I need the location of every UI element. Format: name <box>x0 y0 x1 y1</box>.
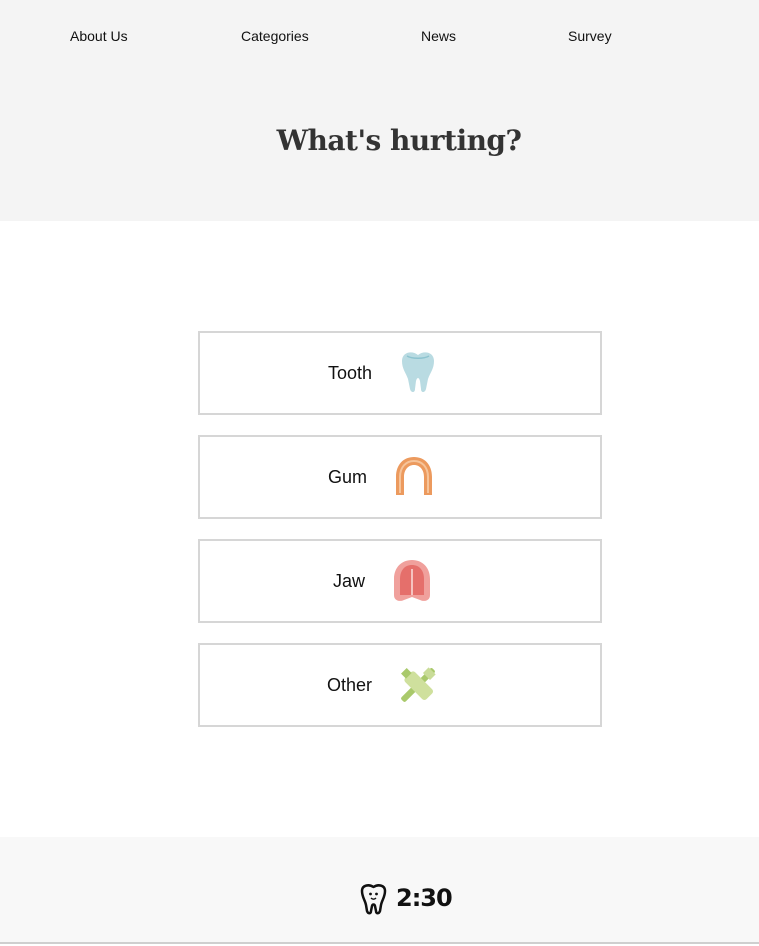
tooth-icon <box>402 352 434 392</box>
toothbrush-toothpaste-icon <box>401 667 436 702</box>
tooth-logo-icon[interactable] <box>359 883 388 915</box>
hero-section: About Us Categories News Survey What's h… <box>0 0 759 221</box>
gum-icon <box>396 457 432 495</box>
nav-link-categories[interactable]: Categories <box>241 28 309 44</box>
option-jaw[interactable]: Jaw <box>198 539 602 623</box>
logo-text: 2:30 <box>396 884 453 912</box>
nav-link-about-us[interactable]: About Us <box>70 28 128 44</box>
option-gum[interactable]: Gum <box>198 435 602 519</box>
option-label: Jaw <box>332 571 365 591</box>
option-label: Other <box>326 675 372 695</box>
page-title: What's hurting? <box>276 124 522 157</box>
jaw-icon <box>394 560 430 601</box>
nav-link-news[interactable]: News <box>421 28 456 44</box>
nav-link-survey[interactable]: Survey <box>568 28 612 44</box>
option-tooth[interactable]: Tooth <box>198 331 602 415</box>
option-label: Gum <box>327 467 367 487</box>
option-other[interactable]: Other <box>198 643 602 727</box>
option-label: Tooth <box>327 363 372 383</box>
